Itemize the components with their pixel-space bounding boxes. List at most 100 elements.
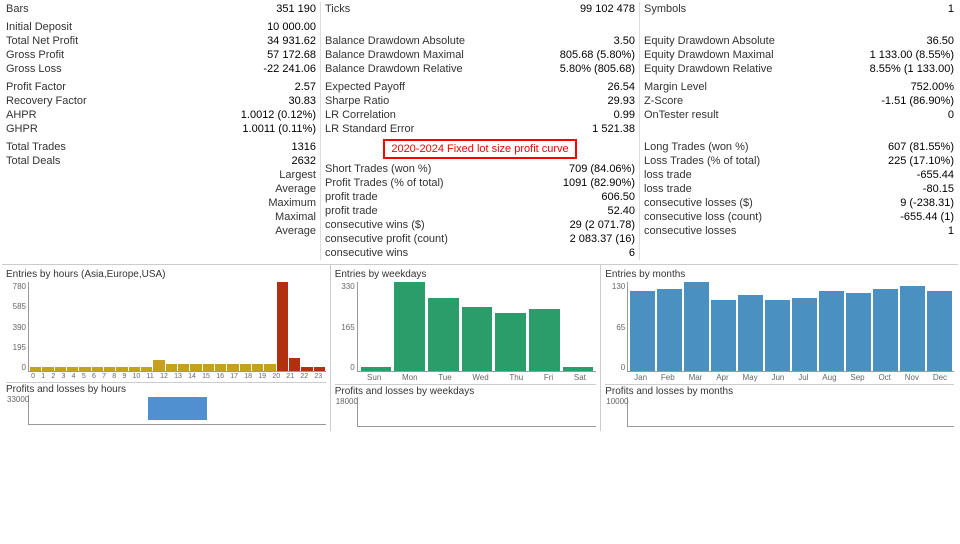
chart1-xlabel: 9 — [122, 373, 126, 380]
value-profit-trades: 1091 (82.90%) — [555, 177, 635, 189]
label-sharpe: Sharpe Ratio — [325, 95, 555, 107]
label-long-trades: Long Trades (won %) — [644, 141, 874, 153]
profits-label-hours: Profits and losses by hours — [6, 382, 326, 395]
chart1-xlabels: 01234567891011121314151617181920212223 — [28, 373, 326, 380]
chart1-bar — [42, 367, 53, 371]
chart1-xlabel: 23 — [314, 373, 322, 380]
label-max-cons-losses: consecutive losses ($) — [644, 197, 874, 209]
label-average2: Average — [6, 225, 316, 237]
value-max-cons-losses: 9 (-238.31) — [874, 197, 954, 209]
chart2-ylabel-0: 330 — [335, 282, 355, 291]
chart2-bar — [462, 307, 493, 371]
chart1-ylabel-1: 585 — [6, 302, 26, 311]
chart1-ylabel-4: 0 — [6, 363, 26, 372]
label-profit-trades: Profit Trades (% of total) — [325, 177, 555, 189]
chart3-xlabel: Jun — [771, 373, 784, 382]
chart3-bar — [630, 291, 655, 371]
label-avg-profit: profit trade — [325, 205, 555, 217]
value-avg-cons-losses: 1 — [874, 225, 954, 237]
profits-y2-0: 18000 — [336, 397, 358, 406]
label-lr-stderr: LR Standard Error — [325, 123, 555, 135]
chart2-bars — [357, 282, 597, 372]
chart1-bar — [252, 364, 263, 371]
chart1-bar — [79, 367, 90, 371]
chart3-xlabel: May — [742, 373, 757, 382]
chart1-xlabel: 13 — [174, 373, 182, 380]
chart3-xlabel: Mar — [689, 373, 703, 382]
chart3-bar — [792, 298, 817, 371]
label-lr-corr: LR Correlation — [325, 109, 555, 121]
chart2-ylabel-2: 0 — [335, 363, 355, 372]
chart1-xlabel: 16 — [216, 373, 224, 380]
value-bars: 351 190 — [236, 3, 316, 15]
chart1-xlabel: 10 — [133, 373, 141, 380]
label-largest-profit: profit trade — [325, 191, 555, 203]
value-eq-draw-max: 1 133.00 (8.55%) — [870, 49, 954, 61]
label-gross-loss: Gross Loss — [6, 63, 236, 75]
chart2-xlabel: Wed — [472, 373, 488, 382]
chart3-bar — [846, 293, 871, 371]
stats-col1: Bars 351 190 Initial Deposit 10 000.00 T… — [2, 2, 321, 260]
chart1-xlabel: 7 — [102, 373, 106, 380]
label-total-trades: Total Trades — [6, 141, 236, 153]
chart2-xlabel: Mon — [402, 373, 418, 382]
chart1-bar — [129, 367, 140, 371]
chart1-xlabel: 21 — [286, 373, 294, 380]
label-total-net-profit: Total Net Profit — [6, 35, 236, 47]
value-bal-draw-abs: 3.50 — [555, 35, 635, 47]
label-ontester: OnTester result — [644, 109, 874, 121]
chart2-xlabels: SunMonTueWedThuFriSat — [357, 373, 597, 382]
chart3-ylabel-0: 130 — [605, 282, 625, 291]
chart1-xlabel: 12 — [160, 373, 168, 380]
chart-entries-months: Entries by months 130 65 0 JanFebMarAprM… — [601, 265, 958, 431]
chart1-bar — [215, 364, 226, 371]
value-lr-corr: 0.99 — [555, 109, 635, 121]
chart1-xlabel: 19 — [258, 373, 266, 380]
chart3-xlabel: Jul — [798, 373, 808, 382]
label-eq-draw-max: Equity Drawdown Maximal — [644, 49, 870, 61]
chart3-ylabel-2: 0 — [605, 363, 625, 372]
chart1-bar — [277, 282, 288, 371]
chart1-bar — [203, 364, 214, 371]
label-symbols: Symbols — [644, 3, 874, 15]
chart2-bar — [428, 298, 459, 371]
label-ghpr: GHPR — [6, 123, 236, 135]
label-zscore: Z-Score — [644, 95, 874, 107]
chart2-bar — [563, 367, 594, 371]
chart1-title: Entries by hours (Asia,Europe,USA) — [6, 269, 326, 280]
chart1-bar — [240, 364, 251, 371]
chart3-bar — [927, 291, 952, 371]
stats-col2: Ticks 99 102 478 Balance Drawdown Absolu… — [321, 2, 640, 260]
profits-label-months: Profits and losses by months — [605, 384, 954, 397]
chart2-ylabel-1: 165 — [335, 323, 355, 332]
label-bal-draw-max: Balance Drawdown Maximal — [325, 49, 555, 61]
chart3-xlabel: Feb — [661, 373, 675, 382]
value-ontester: 0 — [874, 109, 954, 121]
chart3-bar — [684, 282, 709, 371]
label-bal-draw-rel: Balance Drawdown Relative — [325, 63, 555, 75]
value-total-trades: 1316 — [236, 141, 316, 153]
label-max-cons-profit: consecutive profit (count) — [325, 233, 555, 245]
chart1-bar — [104, 367, 115, 371]
chart3-xlabel: Jan — [634, 373, 647, 382]
chart1-xlabel: 4 — [72, 373, 76, 380]
value-gross-loss: -22 241.06 — [236, 63, 316, 75]
value-ahpr: 1.0012 (0.12%) — [236, 109, 316, 121]
label-max-cons-loss-count: consecutive loss (count) — [644, 211, 874, 223]
chart1-xlabel: 11 — [147, 373, 154, 380]
value-total-net-profit: 34 931.62 — [236, 35, 316, 47]
value-largest-profit: 606.50 — [555, 191, 635, 203]
chart1-bar — [190, 364, 201, 371]
chart1-bar — [55, 367, 66, 371]
label-recovery-factor: Recovery Factor — [6, 95, 236, 107]
chart1-ylabel-3: 195 — [6, 343, 26, 352]
label-ahpr: AHPR — [6, 109, 236, 121]
value-largest-loss: -655.44 — [874, 169, 954, 181]
label-exp-payoff: Expected Payoff — [325, 81, 555, 93]
chart1-bar — [116, 367, 127, 371]
label-largest-loss: loss trade — [644, 169, 874, 181]
label-eq-draw-abs: Equity Drawdown Absolute — [644, 35, 874, 47]
chart1-xlabel: 5 — [82, 373, 86, 380]
chart1-xlabel: 20 — [272, 373, 280, 380]
chart1-xlabel: 2 — [51, 373, 55, 380]
